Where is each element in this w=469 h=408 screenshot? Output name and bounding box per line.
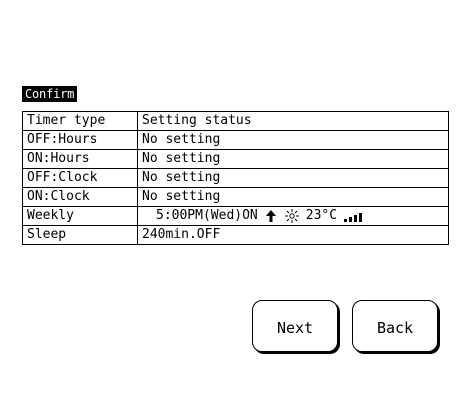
table-row: Sleep 240min.OFF <box>22 225 449 245</box>
sun-heat-icon <box>284 208 300 224</box>
table-row-weekly: Weekly 5:00PM(Wed)ON 23°C <box>22 206 449 226</box>
timer-type-cell: ON:Clock <box>22 187 138 207</box>
table-header-row: Timer type Setting status <box>22 111 449 131</box>
confirm-screen: Confirm Timer type Setting status OFF:Ho… <box>0 0 469 408</box>
setting-status-cell: No setting <box>137 149 449 169</box>
fan-speed-icon <box>343 209 365 223</box>
table-row: OFF:Clock No setting <box>22 168 449 188</box>
timer-type-cell: Weekly <box>22 206 138 226</box>
weekly-time-text: 5:00PM(Wed)ON <box>156 208 258 223</box>
temperature-value: 23°C <box>305 208 338 223</box>
setting-status-cell: No setting <box>137 187 449 207</box>
page-title: Confirm <box>22 86 78 102</box>
table-row: OFF:Hours No setting <box>22 130 449 150</box>
setting-status-cell: No setting <box>137 168 449 188</box>
weekly-status-group: 5:00PM(Wed)ON 23°C <box>142 208 444 225</box>
next-button[interactable]: Next <box>252 300 338 352</box>
timer-type-cell: OFF:Clock <box>22 168 138 188</box>
table-row: ON:Hours No setting <box>22 149 449 169</box>
back-button[interactable]: Back <box>352 300 438 352</box>
setting-status-cell: 240min.OFF <box>137 225 449 245</box>
table-row: ON:Clock No setting <box>22 187 449 207</box>
timer-type-cell: OFF:Hours <box>22 130 138 150</box>
timer-type-cell: ON:Hours <box>22 149 138 169</box>
setting-status-cell: 5:00PM(Wed)ON 23°C <box>137 206 449 226</box>
setting-status-cell: No setting <box>137 130 449 150</box>
timer-type-cell: Sleep <box>22 225 138 245</box>
column-header-setting-status: Setting status <box>137 111 449 131</box>
up-arrow-icon <box>264 209 278 223</box>
column-header-timer-type: Timer type <box>22 111 138 131</box>
timer-settings-table: Timer type Setting status OFF:Hours No s… <box>22 111 449 245</box>
